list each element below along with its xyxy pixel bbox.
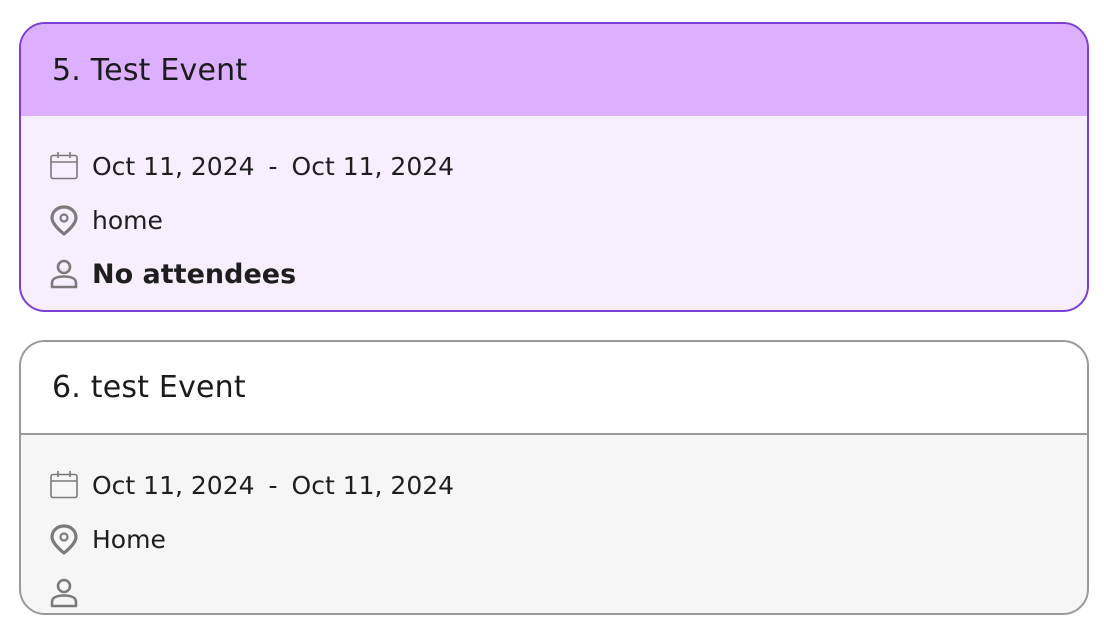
event-location-row: Home: [49, 512, 1087, 566]
event-date-row: Oct 11, 2024 - Oct 11, 2024: [49, 139, 1087, 193]
event-end-date: Oct 11, 2024: [291, 151, 455, 181]
person-icon: [49, 257, 83, 291]
event-start-date: Oct 11, 2024: [92, 470, 255, 500]
event-location: home: [92, 205, 163, 235]
event-title: 5. Test Event: [21, 24, 1087, 116]
location-pin-icon: [49, 522, 83, 556]
date-separator: -: [268, 151, 278, 181]
event-start-date: Oct 11, 2024: [92, 151, 255, 181]
event-location: Home: [92, 524, 166, 554]
event-card-selected[interactable]: 5. Test Event Oct 11, 2024 - Oct 11, 202…: [19, 22, 1089, 312]
event-end-date: Oct 11, 2024: [291, 470, 455, 500]
calendar-icon: [49, 468, 83, 502]
location-pin-icon: [49, 203, 83, 237]
event-attendees: No attendees: [92, 258, 297, 290]
person-icon: [49, 576, 83, 610]
event-location-row: home: [49, 193, 1087, 247]
event-title: 6. test Event: [21, 342, 1087, 435]
event-attendees-row: [49, 566, 1087, 613]
date-separator: -: [268, 470, 278, 500]
event-date-row: Oct 11, 2024 - Oct 11, 2024: [49, 458, 1087, 512]
event-card[interactable]: 6. test Event Oct 11, 2024 - Oct 11, 202…: [19, 340, 1089, 615]
calendar-icon: [49, 149, 83, 183]
event-attendees-row: No attendees: [49, 247, 1087, 301]
